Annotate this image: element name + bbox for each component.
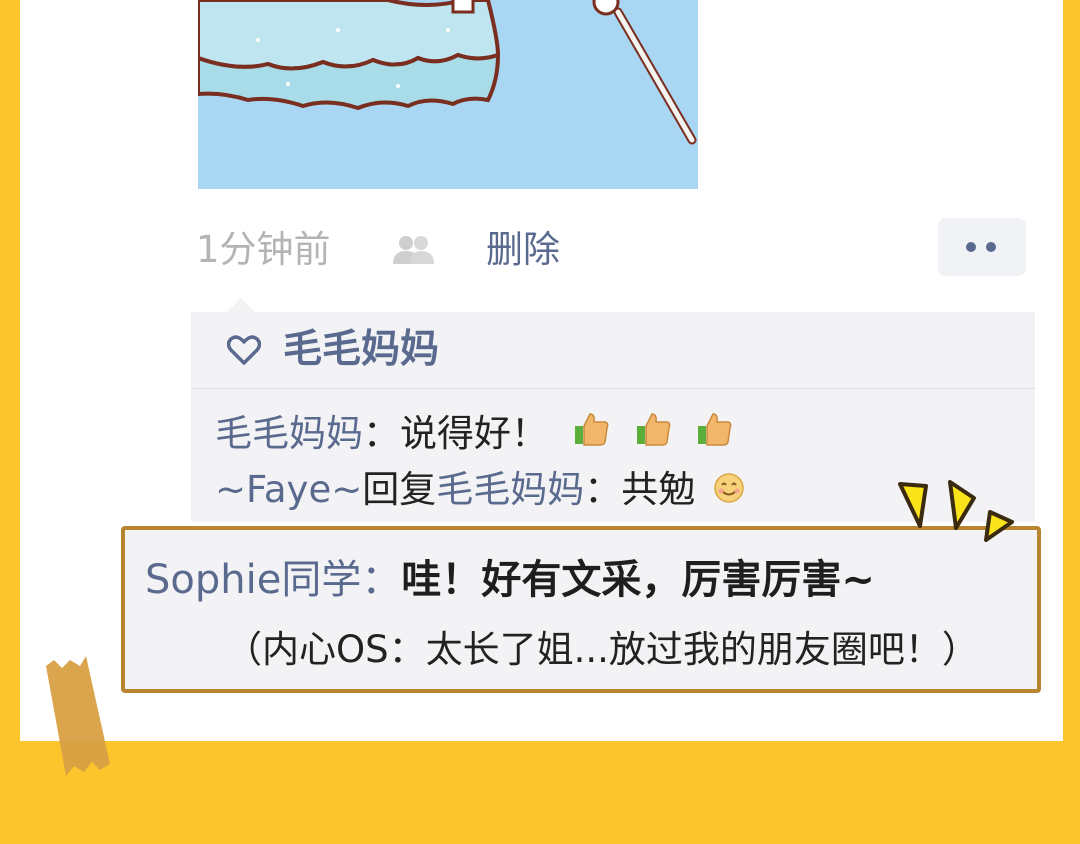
post-time: 1分钟前 bbox=[196, 228, 331, 271]
highlighted-comment[interactable]: Sophie同学：哇！好有文采，厉害厉害~ （内心OS：太长了姐...放过我的朋… bbox=[121, 526, 1041, 693]
comment-separator: ： bbox=[584, 468, 622, 511]
highlight-comment-line: Sophie同学：哇！好有文采，厉害厉害~ bbox=[145, 552, 875, 608]
thumbs-up-icon bbox=[572, 410, 610, 462]
comment-separator: ： bbox=[363, 412, 400, 455]
comment-row[interactable]: 毛毛妈妈：说得好！ bbox=[215, 408, 733, 462]
friends-visibility-icon[interactable] bbox=[392, 234, 436, 264]
tape-decoration bbox=[46, 656, 110, 776]
comment-text: 说得好！ bbox=[400, 412, 548, 455]
comment-author[interactable]: ~Faye~ bbox=[215, 468, 362, 511]
inner-thought-text: （内心OS：太长了姐...放过我的朋友圈吧！） bbox=[225, 628, 979, 671]
more-dot bbox=[986, 242, 996, 252]
delete-button[interactable]: 删除 bbox=[486, 222, 560, 278]
post-meta-row: 1分钟前 删除 bbox=[196, 218, 1036, 278]
more-button[interactable] bbox=[938, 218, 1026, 276]
thumbs-up-icon bbox=[695, 410, 733, 462]
more-dots-icon bbox=[966, 242, 976, 252]
comment-box-pointer bbox=[227, 298, 255, 312]
like-user-name[interactable]: 毛毛妈妈 bbox=[283, 312, 439, 388]
post-image[interactable] bbox=[198, 0, 698, 189]
smile-emoji-icon bbox=[713, 466, 745, 518]
comment-text: 共勉 bbox=[621, 468, 696, 511]
reply-to-name[interactable]: 毛毛妈妈 bbox=[436, 468, 584, 511]
comment-author[interactable]: Sophie同学： bbox=[145, 557, 401, 603]
comment-row[interactable]: ~Faye~回复毛毛妈妈：共勉 bbox=[215, 464, 745, 518]
comment-author[interactable]: 毛毛妈妈 bbox=[215, 412, 363, 455]
likes-row: 毛毛妈妈 bbox=[191, 312, 1035, 389]
comment-text: 哇！好有文采，厉害厉害~ bbox=[401, 557, 875, 603]
reply-word: 回复 bbox=[362, 468, 437, 511]
emphasis-sparks-decoration bbox=[898, 480, 1014, 542]
thumbs-up-icon bbox=[634, 410, 672, 462]
heart-icon bbox=[226, 334, 262, 366]
